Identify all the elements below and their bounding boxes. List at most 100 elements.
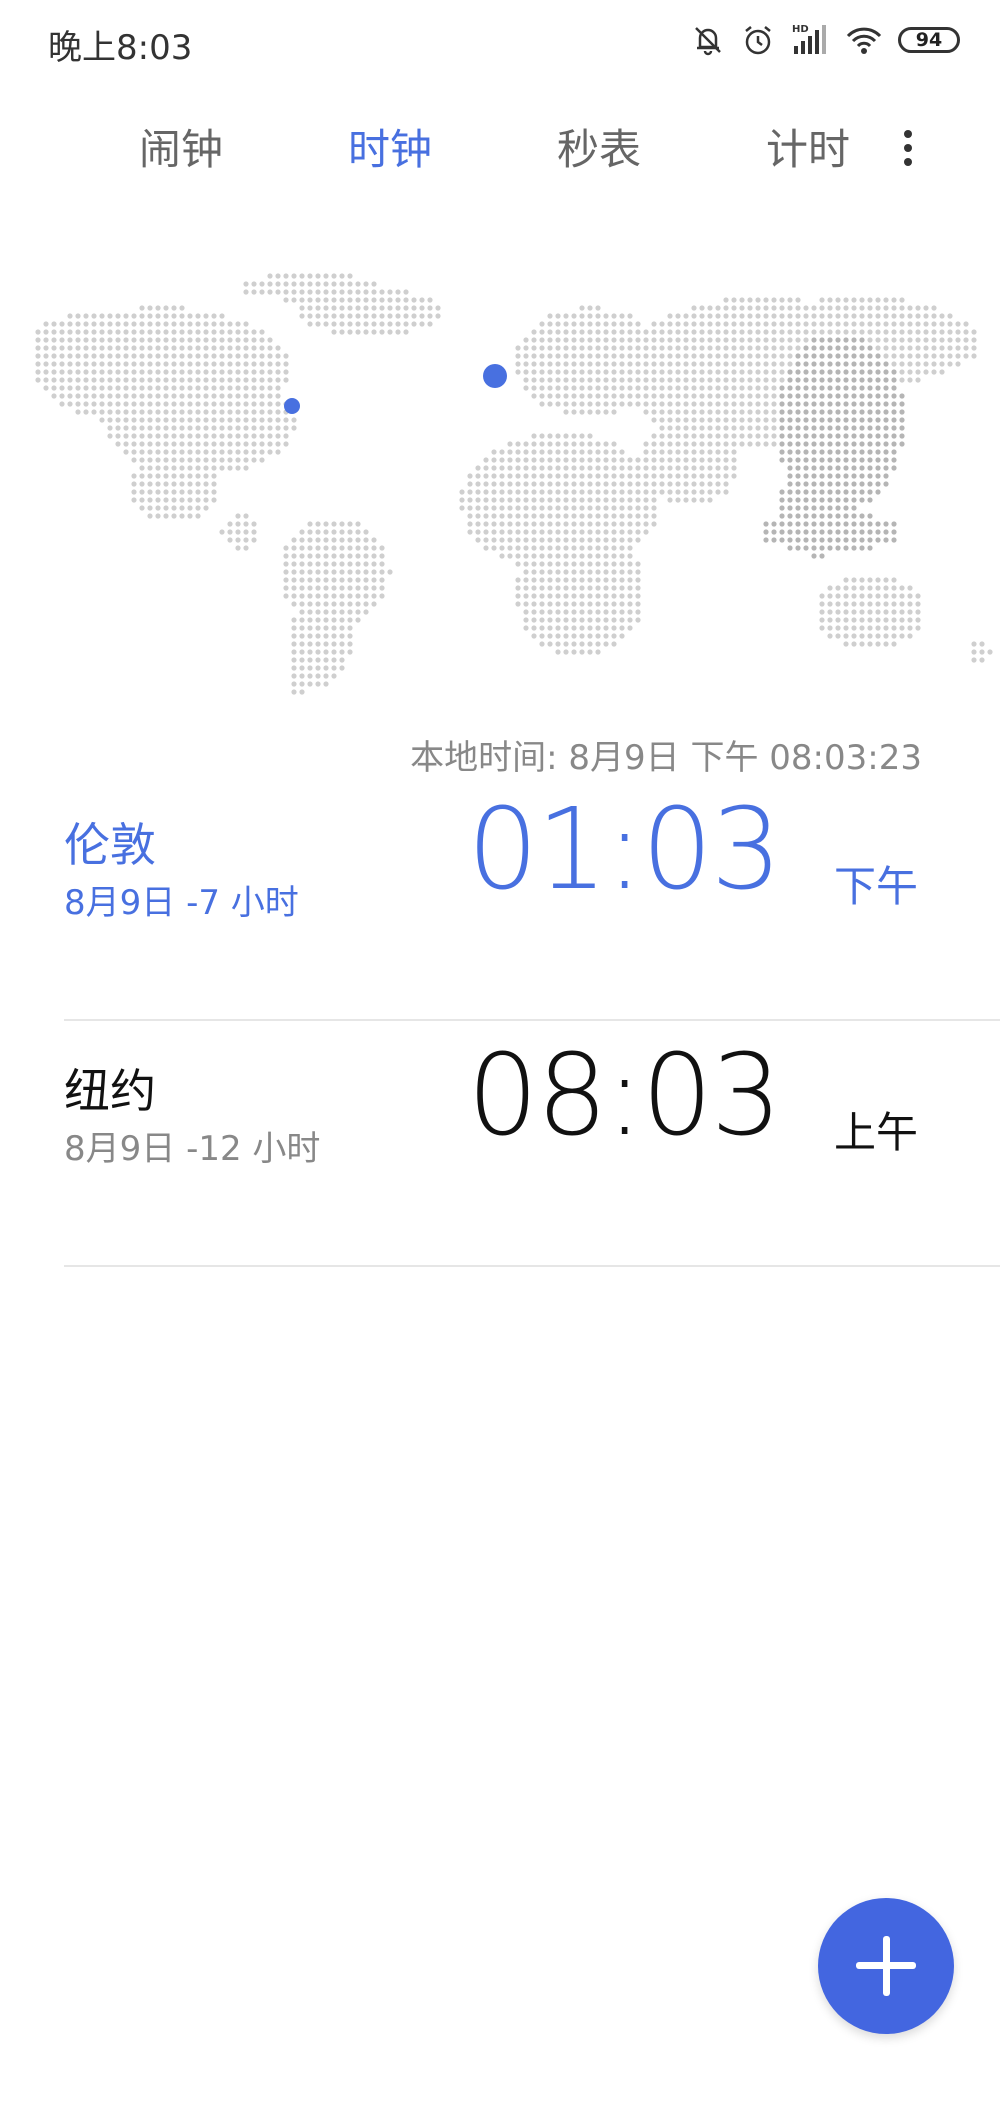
map-dot <box>819 545 825 551</box>
map-dot <box>611 337 617 343</box>
tab-timer[interactable]: 计时 <box>728 116 888 177</box>
map-dot <box>643 401 649 407</box>
map-dot <box>579 465 585 471</box>
map-dot <box>203 417 209 423</box>
map-dot <box>907 633 913 639</box>
map-dot <box>771 353 777 359</box>
map-dot <box>371 553 377 559</box>
map-dot <box>691 345 697 351</box>
map-dot <box>619 505 625 511</box>
map-dot <box>627 561 633 567</box>
map-dot <box>619 449 625 455</box>
map-dot <box>811 505 817 511</box>
map-dot <box>347 609 353 615</box>
map-dot <box>867 425 873 431</box>
map-dot <box>723 473 729 479</box>
map-dot <box>547 569 553 575</box>
map-dot <box>315 297 321 303</box>
map-dot <box>131 321 137 327</box>
map-dot <box>83 337 89 343</box>
map-dot <box>699 473 705 479</box>
map-dot <box>635 329 641 335</box>
map-dot <box>315 609 321 615</box>
map-dot <box>571 449 577 455</box>
map-dot <box>139 433 145 439</box>
map-dot <box>891 329 897 335</box>
map-dot <box>331 521 337 527</box>
map-dot <box>899 417 905 423</box>
tab-alarm[interactable]: 闹钟 <box>101 116 261 177</box>
map-dot <box>659 369 665 375</box>
map-dot <box>667 313 673 319</box>
map-dot <box>43 361 49 367</box>
tab-stopwatch[interactable]: 秒表 <box>519 116 679 177</box>
map-dot <box>307 273 313 279</box>
map-dot <box>59 361 65 367</box>
map-dot <box>59 377 65 383</box>
map-dot <box>699 401 705 407</box>
map-dot <box>139 385 145 391</box>
map-dot <box>331 601 337 607</box>
map-dot <box>539 529 545 535</box>
map-dot <box>691 329 697 335</box>
map-dot <box>899 329 905 335</box>
tab-clock[interactable]: 时钟 <box>310 116 470 177</box>
map-dot <box>723 321 729 327</box>
map-dot <box>579 545 585 551</box>
city-row-london[interactable]: 伦敦 8月9日 -7 小时 01:03 下午 <box>64 775 1000 1021</box>
map-dot <box>891 641 897 647</box>
map-dot <box>587 625 593 631</box>
map-dot <box>219 345 225 351</box>
map-dot <box>667 489 673 495</box>
more-options-icon[interactable] <box>888 124 928 176</box>
map-dot <box>867 305 873 311</box>
map-dot <box>315 593 321 599</box>
map-dot <box>243 537 249 543</box>
map-dot <box>523 537 529 543</box>
map-dot <box>675 449 681 455</box>
map-dot <box>739 441 745 447</box>
map-dot <box>195 377 201 383</box>
map-dot <box>139 393 145 399</box>
mute-bell-icon <box>690 22 726 58</box>
map-dot <box>811 481 817 487</box>
map-dot <box>179 401 185 407</box>
map-dot <box>563 457 569 463</box>
map-dot <box>635 401 641 407</box>
map-dot <box>531 353 537 359</box>
map-dot <box>219 313 225 319</box>
map-dot <box>571 601 577 607</box>
map-dot <box>227 425 233 431</box>
map-dot <box>523 337 529 343</box>
map-dot <box>699 377 705 383</box>
city-row-new-york[interactable]: 纽约 8月9日 -12 小时 08:03 上午 <box>64 1021 1000 1267</box>
map-dot <box>515 585 521 591</box>
map-dot <box>491 537 497 543</box>
map-dot <box>779 361 785 367</box>
map-dot <box>883 369 889 375</box>
map-dot <box>131 401 137 407</box>
map-dot <box>851 577 857 583</box>
map-dot <box>547 457 553 463</box>
map-dot <box>371 577 377 583</box>
map-dot <box>379 321 385 327</box>
map-dot <box>131 449 137 455</box>
map-dot <box>499 529 505 535</box>
map-dot <box>155 481 161 487</box>
map-dot <box>731 409 737 415</box>
map-dot <box>619 345 625 351</box>
map-dot <box>371 569 377 575</box>
map-dot <box>587 457 593 463</box>
map-dot <box>619 529 625 535</box>
map-dot <box>707 497 713 503</box>
map-dot <box>707 481 713 487</box>
map-dot <box>563 465 569 471</box>
add-city-button[interactable] <box>818 1898 954 2034</box>
map-dot <box>771 441 777 447</box>
map-dot <box>347 273 353 279</box>
map-dot <box>851 633 857 639</box>
map-dot <box>883 377 889 383</box>
map-dot <box>779 329 785 335</box>
map-dot <box>331 649 337 655</box>
map-dot <box>835 609 841 615</box>
